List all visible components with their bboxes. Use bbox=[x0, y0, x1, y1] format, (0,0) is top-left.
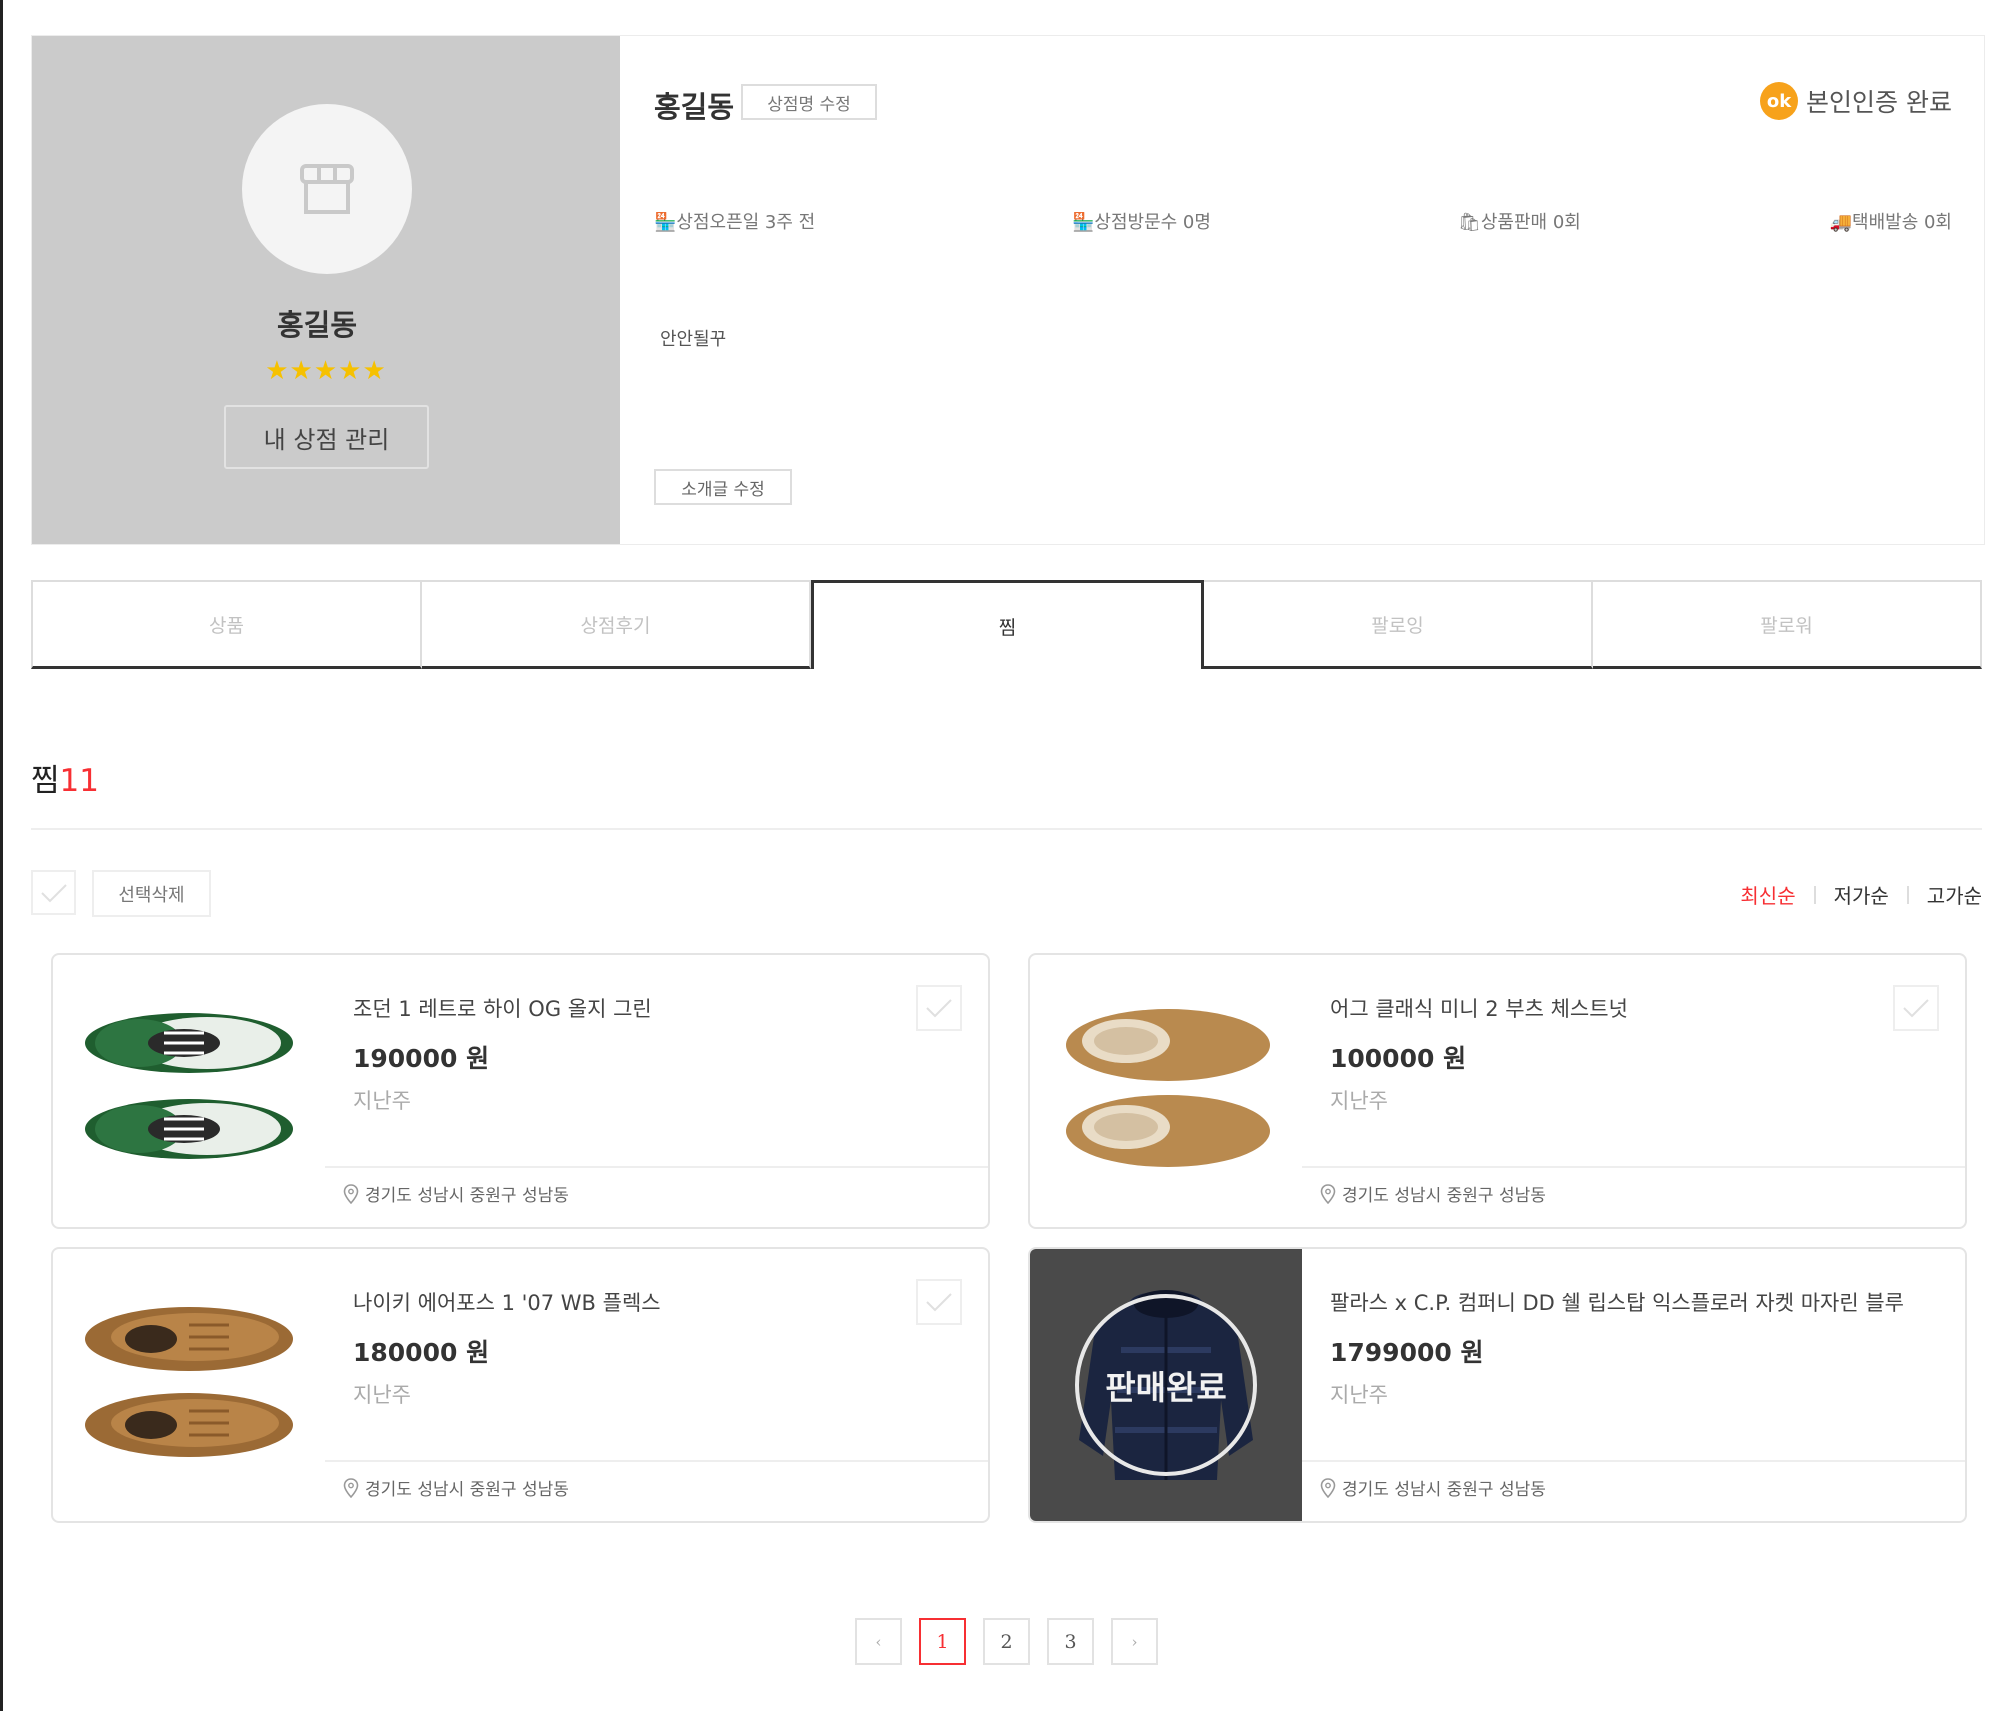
sort-low-price[interactable]: 저가순 bbox=[1834, 880, 1889, 909]
product-card[interactable]: 어그 클래식 미니 2 부츠 체스트넛 100000 원 지난주 경기도 성남시… bbox=[1028, 953, 1967, 1229]
location-text: 경기도 성남시 중원구 성남동 bbox=[365, 1480, 569, 1500]
product-price: 1799000 원 bbox=[1330, 1338, 1484, 1367]
product-card[interactable]: 판매완료 팔라스 x C.P. 컴퍼니 DD 쉘 립스탑 익스플로러 자켓 마자… bbox=[1028, 1247, 1967, 1523]
profile-panel: 홍길동 ★★★★★ 내 상점 관리 홍길동 상점명 수정 ok 본인인증 완료 … bbox=[31, 35, 1985, 545]
verify-text: 본인인증 완료 bbox=[1806, 88, 1952, 117]
store-tabs: 상품 상점후기 찜 팔로잉 팔로워 bbox=[31, 580, 1982, 669]
tab-following[interactable]: 팔로잉 bbox=[1204, 580, 1593, 669]
location-text: 경기도 성남시 중원구 성남동 bbox=[365, 1186, 569, 1206]
location-text: 경기도 성남시 중원구 성남동 bbox=[1342, 1480, 1546, 1500]
product-title[interactable]: 팔라스 x C.P. 컴퍼니 DD 쉘 립스탑 익스플로러 자켓 마자린 블루 bbox=[1330, 1287, 1960, 1317]
location-pin-icon bbox=[343, 1183, 359, 1204]
check-icon bbox=[40, 883, 67, 902]
profile-card: 홍길동 ★★★★★ 내 상점 관리 bbox=[32, 36, 620, 544]
card-divider bbox=[1302, 1166, 1965, 1168]
product-price: 180000 원 bbox=[353, 1338, 490, 1367]
wheat-sneaker-image bbox=[53, 1249, 325, 1521]
tab-reviews[interactable]: 상점후기 bbox=[422, 580, 811, 669]
location-pin-icon bbox=[1320, 1477, 1336, 1498]
window-edge bbox=[0, 0, 3, 1711]
page-button-3[interactable]: 3 bbox=[1047, 1618, 1094, 1665]
product-time: 지난주 bbox=[353, 1089, 411, 1113]
product-checkbox[interactable] bbox=[916, 1279, 962, 1325]
manage-store-button[interactable]: 내 상점 관리 bbox=[224, 405, 429, 469]
location-pin-icon bbox=[343, 1477, 359, 1498]
navy-puffer-jacket-image: 판매완료 bbox=[1030, 1249, 1302, 1521]
card-divider bbox=[325, 1460, 988, 1462]
product-location: 경기도 성남시 중원구 성남동 bbox=[343, 1181, 569, 1206]
store-icon bbox=[300, 164, 354, 214]
prev-page-button[interactable]: ‹ bbox=[855, 1618, 902, 1665]
delete-selected-button[interactable]: 선택삭제 bbox=[92, 870, 211, 917]
section-title: 찜11 bbox=[31, 755, 99, 800]
product-time: 지난주 bbox=[1330, 1383, 1388, 1407]
product-title[interactable]: 어그 클래식 미니 2 부츠 체스트넛 bbox=[1330, 993, 1960, 1023]
sort-separator bbox=[1813, 885, 1816, 904]
product-time: 지난주 bbox=[353, 1383, 411, 1407]
check-icon bbox=[1903, 999, 1929, 1018]
product-title[interactable]: 조던 1 레트로 하이 OG 올지 그린 bbox=[353, 993, 983, 1023]
edit-store-name-button[interactable]: 상점명 수정 bbox=[741, 84, 877, 120]
next-page-button[interactable]: › bbox=[1111, 1618, 1158, 1665]
tab-products[interactable]: 상품 bbox=[31, 580, 422, 669]
card-divider bbox=[1302, 1460, 1965, 1462]
location-text: 경기도 성남시 중원구 성남동 bbox=[1342, 1186, 1546, 1206]
check-icon bbox=[926, 1293, 952, 1312]
product-time: 지난주 bbox=[1330, 1089, 1388, 1113]
chestnut-boot-image bbox=[1030, 955, 1302, 1227]
product-title[interactable]: 나이키 에어포스 1 '07 WB 플렉스 bbox=[353, 1287, 983, 1317]
stat-visits: 🏪상점방문수 0명 bbox=[1072, 212, 1211, 233]
check-icon bbox=[926, 999, 952, 1018]
product-card[interactable]: 조던 1 레트로 하이 OG 올지 그린 190000 원 지난주 경기도 성남… bbox=[51, 953, 990, 1229]
section-title-label: 찜 bbox=[31, 763, 60, 799]
green-sneaker-image bbox=[53, 955, 325, 1227]
sort-options: 최신순 저가순 고가순 bbox=[1740, 880, 1982, 909]
edit-intro-button[interactable]: 소개글 수정 bbox=[654, 469, 792, 505]
product-checkbox[interactable] bbox=[1893, 985, 1939, 1031]
stat-open-date: 🏪상점오픈일 3주 전 bbox=[654, 212, 816, 233]
location-pin-icon bbox=[1320, 1183, 1336, 1204]
verify-status: ok 본인인증 완료 bbox=[1760, 82, 1952, 120]
sort-separator bbox=[1906, 885, 1909, 904]
avatar bbox=[242, 104, 412, 274]
page-button-2[interactable]: 2 bbox=[983, 1618, 1030, 1665]
rating-stars: ★★★★★ bbox=[265, 356, 387, 386]
product-location: 경기도 성남시 중원구 성남동 bbox=[1320, 1181, 1546, 1206]
sort-high-price[interactable]: 고가순 bbox=[1927, 880, 1982, 909]
store-intro: 안안될꾸 bbox=[660, 329, 727, 350]
store-name: 홍길동 bbox=[654, 90, 735, 124]
product-location: 경기도 성남시 중원구 성남동 bbox=[343, 1475, 569, 1500]
page-button-1[interactable]: 1 bbox=[919, 1618, 966, 1665]
sold-out-badge: 판매완료 bbox=[1075, 1294, 1257, 1476]
profile-info: 홍길동 상점명 수정 ok 본인인증 완료 🏪상점오픈일 3주 전 🏪상점방문수… bbox=[620, 36, 1984, 544]
stat-sales: 🛍상품판매 0회 bbox=[1458, 212, 1581, 233]
verified-icon: ok bbox=[1760, 82, 1799, 120]
pagination: ‹ 1 2 3 › bbox=[855, 1618, 1175, 1665]
product-location: 경기도 성남시 중원구 성남동 bbox=[1320, 1475, 1546, 1500]
select-all-checkbox[interactable] bbox=[31, 870, 76, 915]
divider bbox=[31, 828, 1982, 830]
product-checkbox[interactable] bbox=[916, 985, 962, 1031]
tab-wishlist[interactable]: 찜 bbox=[811, 580, 1204, 669]
stat-shipping: 🚚택배발송 0회 bbox=[1829, 212, 1952, 233]
product-price: 100000 원 bbox=[1330, 1044, 1467, 1073]
card-divider bbox=[325, 1166, 988, 1168]
product-card[interactable]: 나이키 에어포스 1 '07 WB 플렉스 180000 원 지난주 경기도 성… bbox=[51, 1247, 990, 1523]
product-price: 190000 원 bbox=[353, 1044, 490, 1073]
tab-followers[interactable]: 팔로워 bbox=[1593, 580, 1982, 669]
profile-name: 홍길동 bbox=[276, 308, 358, 342]
sort-latest[interactable]: 최신순 bbox=[1740, 880, 1795, 909]
wishlist-count: 11 bbox=[59, 763, 99, 799]
